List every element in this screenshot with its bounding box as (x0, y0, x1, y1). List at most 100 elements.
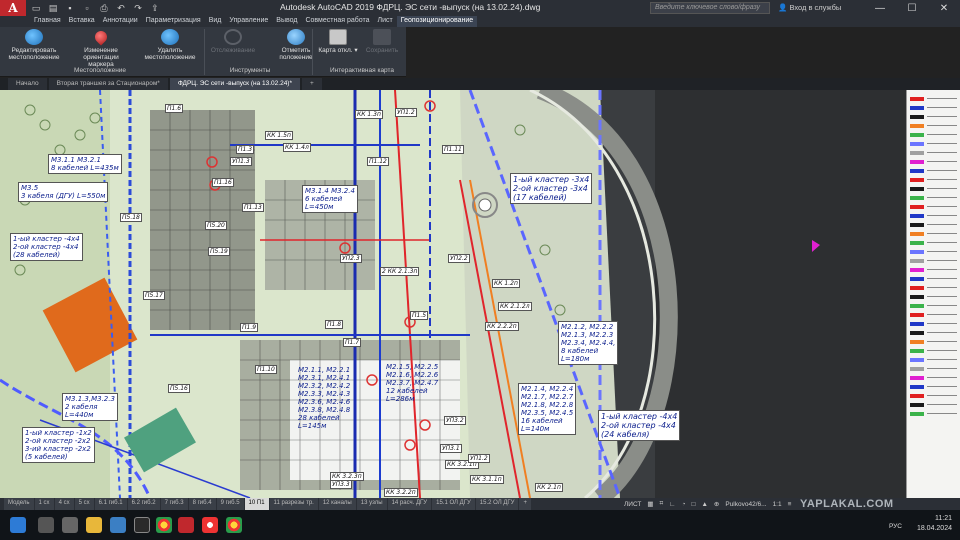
cable-tag[interactable]: П5.16 (168, 384, 190, 393)
callout-cluster-24[interactable]: 1-ый кластер -4х4 2-ой кластер -4х4 (24 ка… (598, 410, 681, 441)
layout-tab-13[interactable]: 14 расч. ДГУ (387, 498, 432, 510)
ribbon-tab-2[interactable]: Аннотации (99, 16, 142, 27)
cable-tag[interactable]: КК 2.1п (535, 483, 563, 492)
callout-m2-1-1[interactable]: М2.1.1, М2.2.1 М2.3.1, М2.4.1 М2.3.2, М2.4… (296, 365, 352, 431)
signin-button[interactable]: 👤 Вход в службы (778, 3, 841, 12)
reorient-marker-button[interactable]: Изменение ориентации маркера (66, 28, 136, 68)
close-button[interactable]: ✕ (928, 0, 960, 16)
layout-tab-16[interactable]: + (519, 498, 531, 510)
grid-icon[interactable]: ▦ (647, 500, 653, 508)
layout-tab-2[interactable]: 4 сх (54, 498, 74, 510)
ribbon-tab-1[interactable]: Вставка (65, 16, 99, 27)
cable-tag[interactable]: П1.6 (165, 104, 184, 113)
polar-icon[interactable]: ◔ (682, 501, 686, 508)
callout-m3-1-4[interactable]: М3.1.4 М3.2.4 6 кабелей L=450м (302, 185, 358, 213)
coordinate-system-label[interactable]: Pulkovo42/6... (725, 501, 766, 508)
ribbon-tab-4[interactable]: Вид (205, 16, 226, 27)
cable-tag[interactable]: П1.13 (242, 203, 264, 212)
file-tab-start[interactable]: Начало (8, 78, 47, 90)
layout-tab-3[interactable]: 5 сх (74, 498, 94, 510)
paper-mode-button[interactable]: ЛИСТ (624, 501, 641, 508)
chrome-icon[interactable] (156, 517, 172, 533)
cable-tag[interactable]: КК 1.3п (355, 110, 383, 119)
ribbon-tab-8[interactable]: Лист (374, 16, 397, 27)
ribbon-tab-5[interactable]: Управление (225, 16, 272, 27)
cable-tag[interactable]: УП3.3 (330, 480, 352, 489)
cable-tag[interactable]: П1.7 (343, 338, 362, 347)
layout-tab-5[interactable]: 6.2 гиб.2 (127, 498, 160, 510)
cable-tag[interactable]: КК 3.2.3п (330, 472, 364, 481)
autocad-logo-icon[interactable]: A (0, 0, 26, 16)
ribbon-tab-9[interactable]: Геопозиционирование (396, 16, 478, 27)
layout-tab-9[interactable]: 10 П1 (244, 498, 269, 510)
task-view-icon[interactable] (62, 517, 78, 533)
share-icon[interactable]: ⇪ (148, 1, 162, 15)
maximize-button[interactable]: ☐ (896, 0, 928, 16)
minimize-button[interactable]: — (864, 0, 896, 16)
callout-m2-1-5[interactable]: М2.1.5, М2.2.5 М2.1.6, М2.2.6 М2.3.7, М2.4… (384, 362, 440, 404)
autocad-taskbar-icon[interactable] (178, 517, 194, 533)
geo-location-icon[interactable]: ⊕ (714, 500, 719, 508)
cable-tag[interactable]: КК 3.2.2п (384, 488, 418, 497)
new-tab-button[interactable]: + (302, 78, 322, 90)
cable-tag[interactable]: УП3.2 (444, 416, 466, 425)
edit-location-button[interactable]: Редактировать местоположение (4, 29, 64, 61)
cable-tag[interactable]: КК 2.1.2л (498, 302, 532, 311)
cable-tag[interactable]: П1.16 (212, 178, 234, 187)
layout-tab-11[interactable]: 12 каналы (318, 498, 356, 510)
cable-tag[interactable]: П5.18 (120, 213, 142, 222)
ribbon-tab-6[interactable]: Вывод (272, 16, 301, 27)
search-input[interactable]: Введите ключевое слово/фразу (650, 2, 770, 14)
layout-tab-14[interactable]: 15.1 ОЛ ДГУ (432, 498, 475, 510)
cable-tag[interactable]: П1.8 (325, 320, 344, 329)
save-icon[interactable]: ▪ (63, 1, 77, 15)
callout-m2-1-2[interactable]: М2.1.2, М2.2.2 М2.1.3, М2.2.3 М2.3.4, М2.4… (558, 321, 619, 365)
print-icon[interactable]: ⎙ (97, 1, 111, 15)
ortho-icon[interactable]: ∟ (669, 501, 675, 508)
layout-tab-1[interactable]: 1 сх (34, 498, 54, 510)
cable-tag[interactable]: П1.3 (236, 145, 255, 154)
callout-m3-1-3[interactable]: М3.1.3,М3.2.3 2 кабеля L=440м (62, 393, 118, 421)
cable-tag[interactable]: КК 2.2.2п (485, 322, 519, 331)
undo-icon[interactable]: ↶ (114, 1, 128, 15)
callout-m3-5[interactable]: М3.5 3 кабеля (ДГУ) L=550м (18, 182, 109, 202)
cable-tag[interactable]: КК 1.5п (265, 131, 293, 140)
cable-tag[interactable]: УП2.2 (448, 254, 470, 263)
callout-cluster-28[interactable]: 1-ый кластер -4х4 2-ой кластер -4х4 (28 ка… (10, 233, 83, 261)
ribbon-tab-3[interactable]: Параметризация (142, 16, 205, 27)
explorer-icon[interactable] (86, 517, 102, 533)
ribbon-tab-0[interactable]: Главная (30, 16, 65, 27)
cable-tag[interactable]: П1.9 (240, 323, 259, 332)
callout-m2-1-4[interactable]: М2.1.4, М2.2.4 М2.1.7, М2.2.7 М2.1.8, М2.2… (518, 383, 577, 435)
system-clock[interactable]: 11:21 18.04.2024 (917, 514, 952, 534)
cable-tag[interactable]: КК 3.1.1п (470, 475, 504, 484)
cable-tag[interactable]: П5.20 (205, 221, 227, 230)
annotation-scale-icon[interactable]: ▲ (701, 501, 707, 508)
zoom-level[interactable]: 1:1 (773, 501, 782, 508)
map-off-button[interactable]: Карта откл. ▾ (310, 29, 366, 54)
drawing-canvas[interactable]: П1.6 КК 1.5п КК 1.4л КК 1.3п УП1.2 П1.12 П1.11… (0, 90, 906, 498)
cable-tag[interactable]: П1.10 (255, 365, 277, 374)
layout-tab-10[interactable]: 11 разрезы тр. (269, 498, 318, 510)
cable-tag[interactable]: П5.17 (143, 291, 165, 300)
file-tab-active-drawing[interactable]: ФДРЦ. ЭС сети -выпуск (на 13.02.24)* (169, 78, 301, 90)
cable-tag[interactable]: П1.11 (442, 145, 464, 154)
layout-tab-7[interactable]: 8 гиб.4 (188, 498, 216, 510)
start-icon[interactable] (10, 517, 26, 533)
cable-tag[interactable]: УП1.3 (230, 157, 252, 166)
callout-cluster-17[interactable]: 1-ый кластер -3х4 2-ой кластер -3х4 (17 ка… (510, 173, 593, 204)
new-file-icon[interactable]: ▭ (29, 1, 43, 15)
cable-tag[interactable]: УП3.1 (440, 444, 462, 453)
save-map-button[interactable]: Сохранить (360, 29, 404, 54)
opera-icon[interactable] (202, 517, 218, 533)
cable-tag[interactable]: УП1.2 (395, 108, 417, 117)
language-indicator[interactable]: РУС (889, 523, 902, 530)
cable-tag[interactable]: П5.19 (208, 247, 230, 256)
customize-icon[interactable]: ≡ (788, 501, 792, 508)
open-file-icon[interactable]: ▤ (46, 1, 60, 15)
app-icon[interactable] (134, 517, 150, 533)
layout-tab-0[interactable]: Модель (4, 498, 34, 510)
file-tab-second-trench[interactable]: Вторая траншея за Стационаром* (48, 78, 168, 90)
cable-tag[interactable]: П1.12 (367, 157, 389, 166)
cable-tag[interactable]: КК 1.4л (283, 143, 311, 152)
